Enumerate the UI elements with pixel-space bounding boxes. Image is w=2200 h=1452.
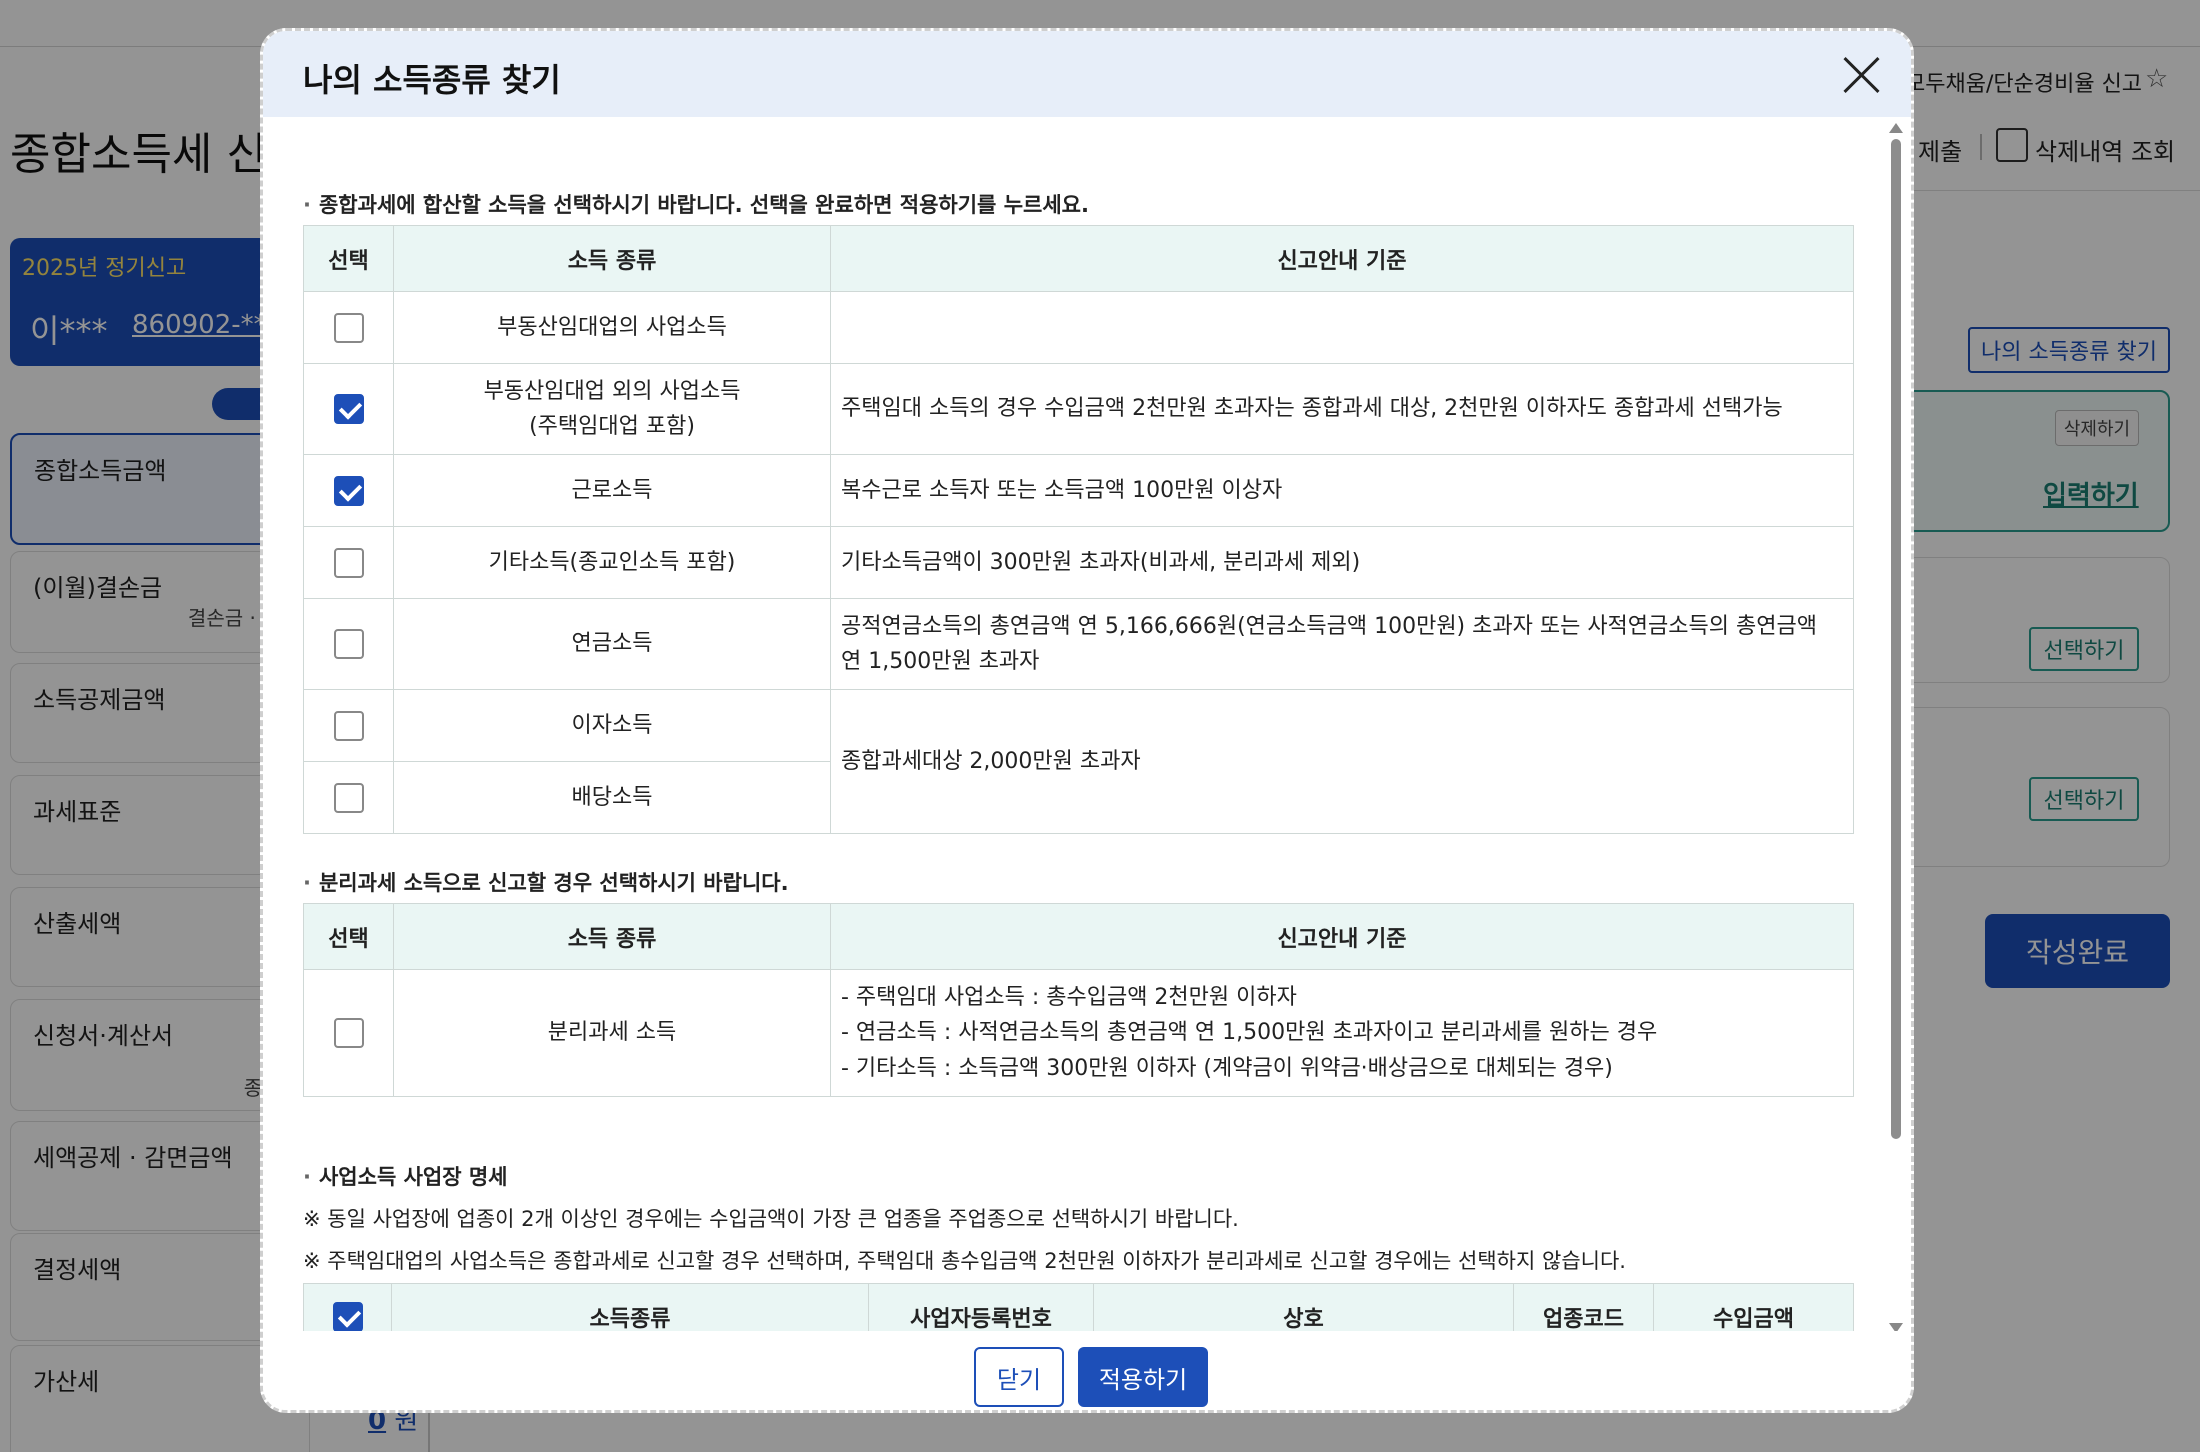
table-header-row: 선택 소득 종류 신고안내 기준 [303,903,1854,970]
scrollbar-thumb[interactable] [1891,139,1901,1139]
checkbox[interactable] [333,312,364,343]
criteria-cell-merged: 종합과세대상 2,000만원 초과자 [830,689,1854,834]
section-title-separate: 분리과세 소득으로 신고할 경우 선택하시기 바랍니다. [303,867,789,897]
income-type-cell: 이자소득 [393,689,831,762]
select-cell [303,526,394,599]
income-type-cell: 분리과세 소득 [393,969,831,1097]
criteria-line: - 기타소득 : 소득금액 300만원 이하자 (계약금이 위약금·배상금으로 … [841,1055,1613,1081]
criteria-line: - 주택임대 사업소득 : 총수입금액 2천만원 이하자 [841,985,1297,1011]
criteria-cell: 공적연금소득의 총연금액 연 5,166,666원(연금소득금액 100만원) … [830,598,1854,690]
modal-footer: 닫기 적용하기 [263,1331,1911,1410]
income-type-cell: 부동산임대업 외의 사업소득 (주택임대업 포함) [393,363,831,455]
select-cell [303,689,394,762]
header-company: 상호 [1093,1283,1514,1331]
income-type-line: (주택임대업 포함) [529,414,695,439]
checkbox[interactable] [333,394,364,425]
header-select: 선택 [303,903,394,970]
criteria-line: - 연금소득 : 사적연금소득의 총연금액 연 1,500만원 초과자이고 분리… [841,1020,1658,1046]
note-text: ※ 동일 사업장에 업종이 2개 이상인 경우에는 수입금액이 가장 큰 업종을… [303,1207,1239,1231]
table-header-row: 소득종류 사업자등록번호 상호 업종코드 수입금액 [303,1283,1854,1331]
table-header-row: 선택 소득 종류 신고안내 기준 [303,225,1854,292]
header-revenue: 수입금액 [1653,1283,1854,1331]
checkbox[interactable] [333,710,364,741]
table-row: 분리과세 소득 - 주택임대 사업소득 : 총수입금액 2천만원 이하자 - 연… [303,969,1854,1097]
criteria-cell: 기타소득금액이 300만원 초과자(비과세, 분리과세 제외) [830,526,1854,599]
apply-button[interactable]: 적용하기 [1078,1347,1208,1407]
close-icon[interactable] [1841,55,1881,95]
table-row: 부동산임대업의 사업소득 [303,291,1854,364]
table-row: 근로소득 복수근로 소득자 또는 소득금액 100만원 이상자 [303,454,1854,527]
header-criteria: 신고안내 기준 [830,225,1854,292]
select-cell [303,291,394,364]
select-cell [303,761,394,834]
checkbox[interactable] [333,629,364,660]
income-type-cell: 기타소득(종교인소득 포함) [393,526,831,599]
table-row: 연금소득 공적연금소득의 총연금액 연 5,166,666원(연금소득금액 10… [303,598,1854,690]
table-row: 기타소득(종교인소득 포함) 기타소득금액이 300만원 초과자(비과세, 분리… [303,526,1854,599]
checkbox[interactable] [333,1018,364,1049]
section-title-business: 사업소득 사업장 명세 [303,1161,508,1191]
checkbox[interactable] [333,782,364,813]
header-income-type: 소득종류 [391,1283,869,1331]
modal-header: 나의 소득종류 찾기 [263,31,1911,117]
modal-title: 나의 소득종류 찾기 [303,61,561,99]
separate-tax-table: 선택 소득 종류 신고안내 기준 분리과세 소득 - 주택임대 사업소득 : 총… [303,903,1854,1097]
criteria-cell: 복수근로 소득자 또는 소득금액 100만원 이상자 [830,454,1854,527]
criteria-cell [830,291,1854,364]
header-select-all [303,1283,392,1331]
header-select: 선택 [303,225,394,292]
combined-income-table: 선택 소득 종류 신고안내 기준 부동산임대업의 사업소득 부동산임대업 외의 … [303,225,1854,834]
select-cell [303,363,394,455]
header-income-type: 소득 종류 [393,903,831,970]
income-type-cell: 근로소득 [393,454,831,527]
note-text: ※ 주택임대업의 사업소득은 종합과세로 신고할 경우 선택하며, 주택임대 총… [303,1249,1626,1273]
income-type-cell: 배당소득 [393,761,831,834]
header-reg-no: 사업자등록번호 [868,1283,1094,1331]
select-cell [303,454,394,527]
header-industry-code: 업종코드 [1513,1283,1654,1331]
close-button[interactable]: 닫기 [974,1347,1064,1407]
table-row: 이자소득 종합과세대상 2,000만원 초과자 [303,689,1854,834]
table-row: 부동산임대업 외의 사업소득 (주택임대업 포함) 주택임대 소득의 경우 수입금… [303,363,1854,455]
select-cell [303,598,394,690]
header-income-type: 소득 종류 [393,225,831,292]
income-type-line: 부동산임대업 외의 사업소득 [483,378,741,404]
business-table: 소득종류 사업자등록번호 상호 업종코드 수입금액 [303,1283,1854,1331]
header-criteria: 신고안내 기준 [830,903,1854,970]
select-cell [303,969,394,1097]
scroll-up-arrow-icon[interactable] [1889,123,1903,133]
modal-body: 종합과세에 합산할 소득을 선택하시기 바랍니다. 선택을 완료하면 적용하기를… [303,151,1863,1331]
income-type-modal: 나의 소득종류 찾기 종합과세에 합산할 소득을 선택하시기 바랍니다. 선택을… [260,28,1914,1413]
income-type-cell: 연금소득 [393,598,831,690]
section-title-combined: 종합과세에 합산할 소득을 선택하시기 바랍니다. 선택을 완료하면 적용하기를… [303,189,1089,219]
scrollbar[interactable] [1889,123,1903,1333]
income-type-cell: 부동산임대업의 사업소득 [393,291,831,364]
select-all-checkbox[interactable] [332,1301,363,1331]
checkbox[interactable] [333,547,364,578]
criteria-cell: 주택임대 소득의 경우 수입금액 2천만원 초과자는 종합과세 대상, 2천만원… [830,363,1854,455]
criteria-cell: - 주택임대 사업소득 : 총수입금액 2천만원 이하자 - 연금소득 : 사적… [830,969,1854,1097]
checkbox[interactable] [333,475,364,506]
